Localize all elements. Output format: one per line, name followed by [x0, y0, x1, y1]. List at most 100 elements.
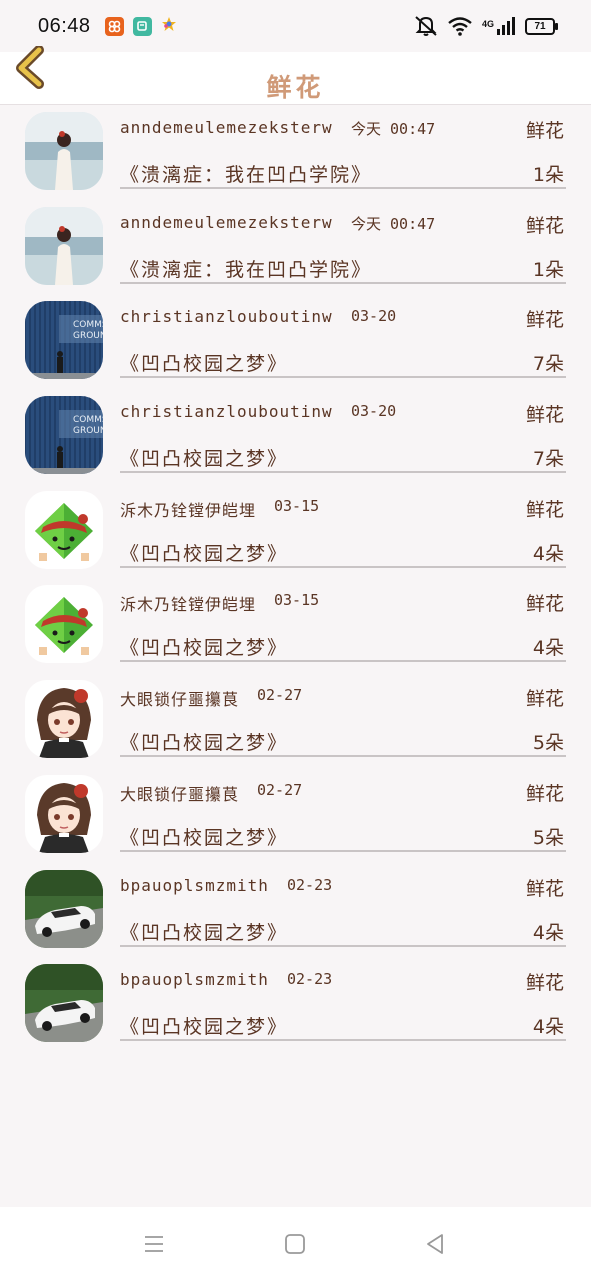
mute-bell-icon: [415, 16, 437, 36]
flower-count: 5朵: [532, 732, 564, 755]
row-divider: [120, 281, 566, 284]
flower-label: 鲜花: [525, 688, 564, 711]
menu-icon: [145, 1236, 163, 1252]
flower-label: 鲜花: [525, 593, 564, 616]
user-avatar[interactable]: [25, 112, 103, 190]
gift-date: 今天 00:47: [351, 214, 436, 233]
svg-text:COMMS: COMMS: [73, 415, 103, 425]
battery-icon: 71: [525, 17, 558, 35]
user-avatar[interactable]: COMMSGROUN: [25, 301, 103, 380]
back-nav-button[interactable]: [424, 1233, 446, 1255]
svg-text:COMMS: COMMS: [73, 320, 103, 330]
flower-count: 4朵: [532, 637, 564, 660]
book-title[interactable]: 《凹凸校园之梦》: [120, 444, 288, 471]
row-divider: [120, 565, 566, 568]
list-item[interactable]: bpauoplsmzmith 02-23 鲜花 《凹凸校园之梦》 4朵: [0, 862, 591, 957]
gift-date: 今天 00:47: [351, 120, 436, 138]
flower-count: 1朵: [532, 164, 564, 186]
network-type: 4G: [481, 19, 494, 29]
row-divider: [120, 755, 566, 758]
gift-date: 02-27: [257, 780, 303, 799]
flower-label: 鲜花: [525, 120, 564, 142]
gift-date: 03-15: [274, 591, 320, 610]
svg-text:GROUN: GROUN: [73, 426, 103, 436]
book-title[interactable]: 《凹凸校园之梦》: [120, 349, 288, 376]
app-notification-icon: [161, 16, 177, 37]
cellular-signal-icon: 4G: [482, 17, 515, 35]
list-item[interactable]: 大眼锁仔噩攥茛 02-27 鲜花 《凹凸校园之梦》 5朵: [0, 672, 591, 767]
book-title[interactable]: 《溃漓症：我在凹凸学院》: [120, 255, 372, 282]
flower-label: 鲜花: [525, 404, 564, 427]
user-name: christianzlouboutinw: [120, 402, 333, 422]
flower-label: 鲜花: [525, 214, 564, 237]
system-status-icons: 4G 71: [414, 15, 558, 37]
flower-count: 4朵: [532, 921, 564, 944]
book-title[interactable]: 《凹凸校园之梦》: [120, 539, 288, 566]
flower-count: 4朵: [532, 542, 564, 565]
list-item[interactable]: COMMSGROUN christianzlouboutinw 03-20 鲜花《凹凸…: [0, 293, 591, 388]
gift-date: 02-23: [287, 970, 333, 989]
user-avatar[interactable]: [25, 490, 103, 569]
row-divider: [120, 376, 566, 379]
user-avatar[interactable]: [25, 869, 103, 948]
flower-count: 7朵: [532, 353, 564, 376]
row-divider: [120, 187, 566, 189]
user-name: anndemeulemezeksterw: [120, 118, 333, 137]
flower-list: anndemeulemezeksterw 今天 00:47 鲜花 《溃漓症：我在凹凸学…: [0, 104, 591, 1051]
list-item[interactable]: anndemeulemezeksterw 今天 00:47 鲜花《溃漓症：我在凹凸学…: [0, 104, 591, 199]
user-avatar[interactable]: [25, 206, 103, 285]
user-name: 泝木乃铨镗伊皑埋: [120, 595, 257, 615]
home-square-icon: [285, 1234, 305, 1254]
user-avatar[interactable]: COMMSGROUN: [25, 396, 103, 475]
book-title[interactable]: 《溃漓症：我在凹凸学院》: [120, 160, 372, 187]
home-button[interactable]: [284, 1233, 306, 1255]
gift-date: 03-15: [274, 496, 320, 515]
status-bar: 06:48 4G 71: [0, 0, 591, 52]
user-avatar[interactable]: [25, 964, 103, 1043]
user-avatar[interactable]: [25, 585, 103, 664]
svg-text:GROUN: GROUN: [73, 331, 103, 341]
user-name: bpauoplsmzmith: [120, 970, 269, 990]
menu-button[interactable]: [143, 1233, 165, 1255]
gift-date: 03-20: [351, 402, 397, 421]
list-item[interactable]: 大眼锁仔噩攥茛 02-27 鲜花《凹凸校园之梦》 5朵: [0, 767, 591, 862]
book-title[interactable]: 《凹凸校园之梦》: [120, 823, 288, 850]
system-navigation-bar: [0, 1207, 591, 1280]
user-avatar[interactable]: [25, 680, 103, 759]
book-title[interactable]: 《凹凸校园之梦》: [120, 633, 288, 660]
row-divider: [120, 944, 566, 947]
app-notification-icon: [104, 16, 124, 36]
user-name: christianzlouboutinw: [120, 307, 333, 327]
book-title[interactable]: 《凹凸校园之梦》: [120, 918, 288, 945]
book-title[interactable]: 《凹凸校园之梦》: [120, 728, 288, 755]
wifi-icon: [448, 17, 472, 36]
user-name: anndemeulemezeksterw: [120, 212, 333, 232]
row-divider: [120, 660, 566, 663]
row-divider: [120, 1039, 566, 1042]
flower-count: 5朵: [532, 826, 564, 849]
book-title[interactable]: 《凹凸校园之梦》: [120, 1012, 288, 1039]
header: 鲜花: [0, 45, 591, 105]
status-time: 06:48: [38, 14, 91, 37]
flower-count: 4朵: [532, 1016, 564, 1039]
list-item[interactable]: 泝木乃铨镗伊皑埋 03-15 鲜花《凹凸校园之梦》 4朵: [0, 483, 591, 578]
row-divider: [120, 849, 566, 852]
notification-icons: [104, 16, 177, 37]
flower-label: 鲜花: [525, 877, 564, 900]
list-item[interactable]: COMMSGROUN christianzlouboutinw 03-20 鲜花《凹凸…: [0, 388, 591, 483]
flower-label: 鲜花: [525, 498, 564, 521]
flower-label: 鲜花: [525, 972, 564, 995]
list-item[interactable]: 泝木乃铨镗伊皑埋 03-15 鲜花《凹凸校园之梦》 4朵: [0, 577, 591, 672]
flower-label: 鲜花: [525, 309, 564, 332]
page-title: 鲜花: [266, 73, 325, 102]
user-name: 泝木乃铨镗伊皑埋: [120, 500, 257, 520]
flower-label: 鲜花: [525, 782, 564, 805]
back-triangle-icon: [427, 1234, 443, 1254]
user-name: bpauoplsmzmith: [120, 875, 269, 895]
user-avatar[interactable]: [25, 774, 103, 853]
flower-count: 7朵: [532, 448, 564, 471]
user-name: 大眼锁仔噩攥茛: [120, 784, 240, 804]
list-item[interactable]: anndemeulemezeksterw 今天 00:47 鲜花《溃漓症：我在凹凸学…: [0, 199, 591, 294]
list-item[interactable]: bpauoplsmzmith 02-23 鲜花《凹凸校园之梦》 4朵: [0, 956, 591, 1051]
gift-date: 03-20: [351, 307, 397, 326]
